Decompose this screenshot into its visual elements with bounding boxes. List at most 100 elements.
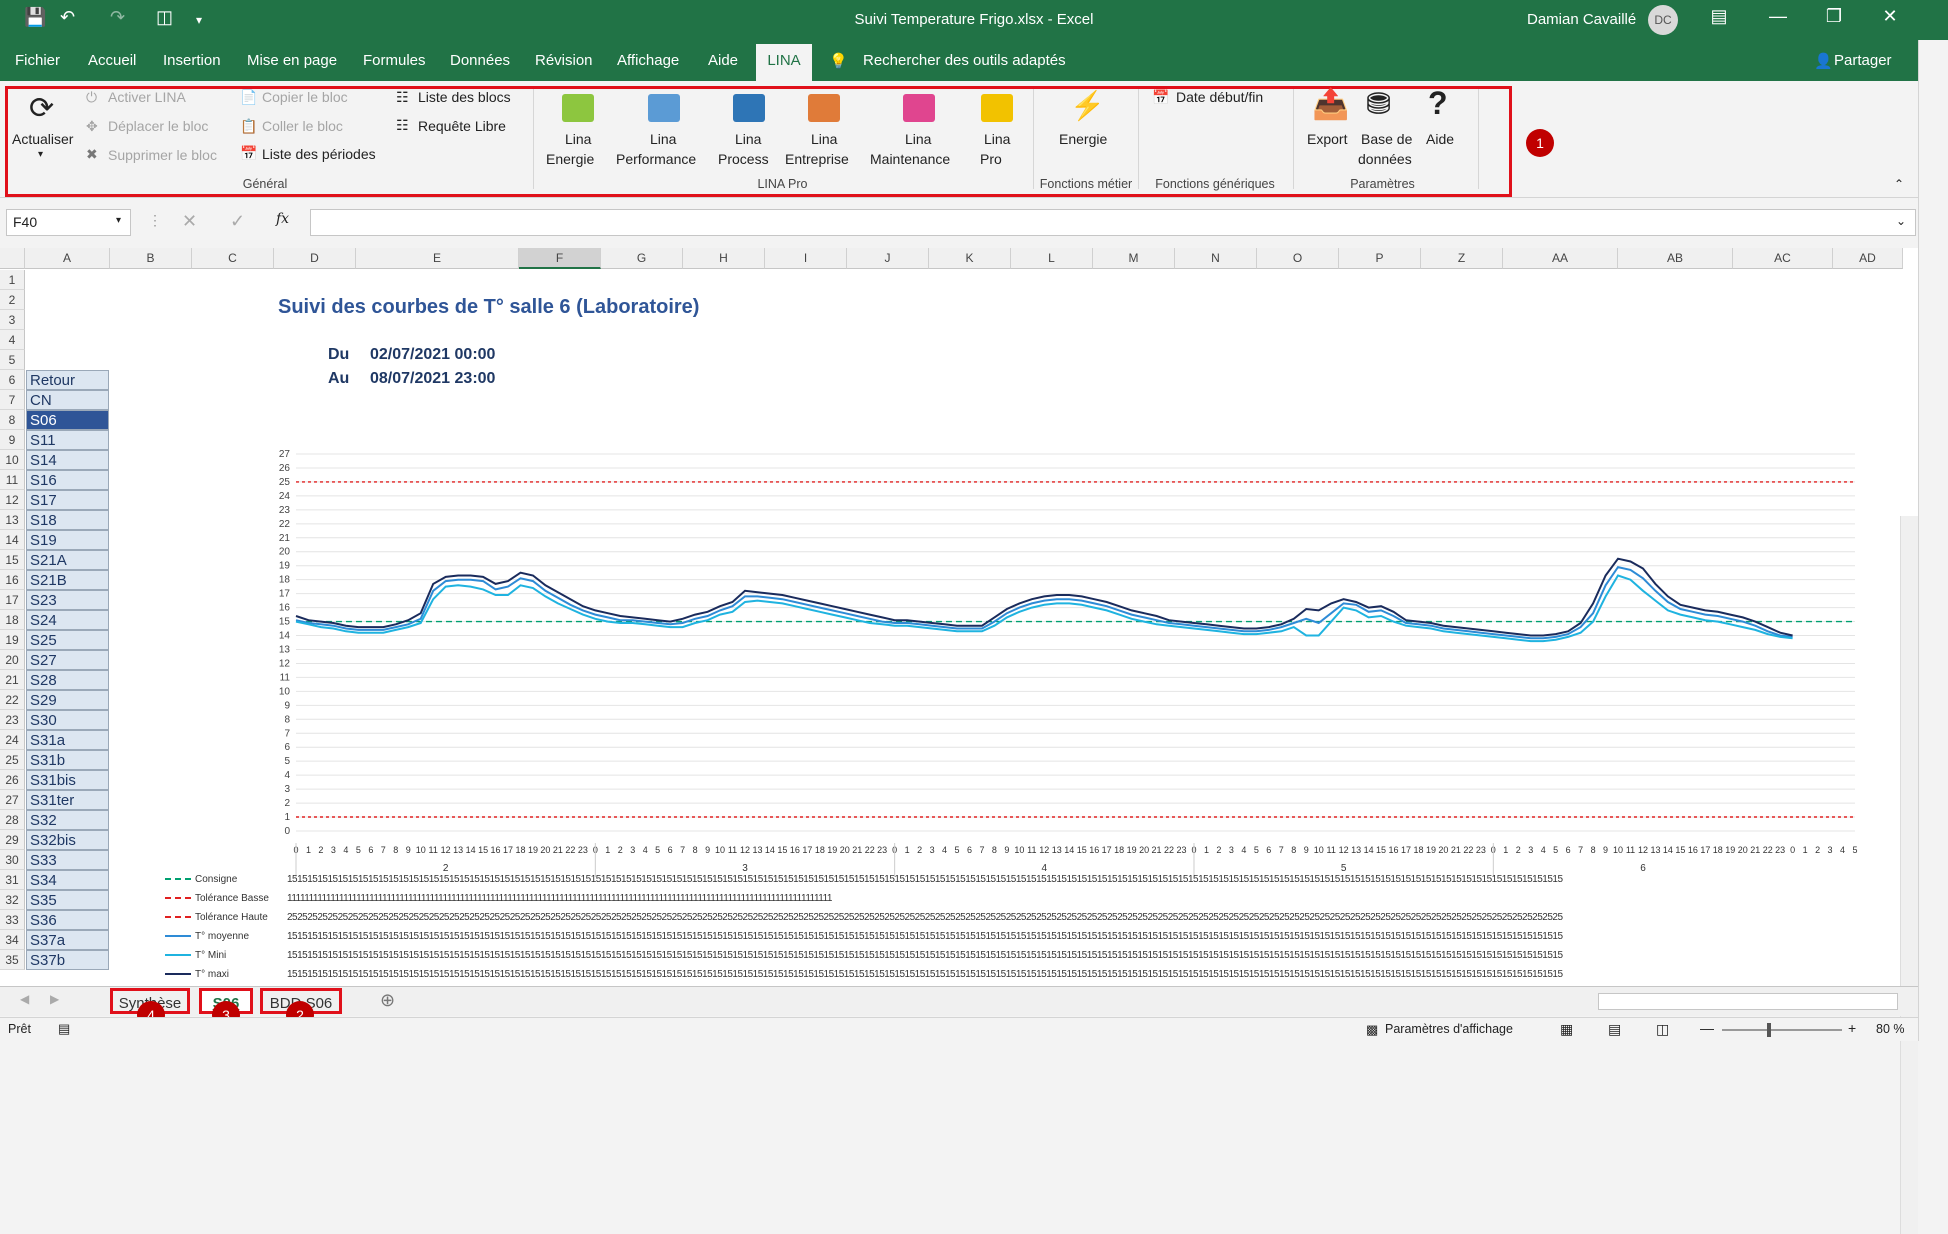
row-header-15[interactable]: 15 bbox=[0, 550, 25, 570]
row-header-17[interactable]: 17 bbox=[0, 590, 25, 610]
nav-link-s29[interactable]: S29 bbox=[26, 690, 109, 710]
supprimer-bloc-button[interactable]: Supprimer le bloc bbox=[108, 147, 217, 163]
row-header-34[interactable]: 34 bbox=[0, 930, 25, 950]
lina-entreprise-button[interactable]: Entreprise bbox=[785, 151, 849, 167]
row-header-26[interactable]: 26 bbox=[0, 770, 25, 790]
page-break-icon[interactable]: ◫ bbox=[1656, 1021, 1669, 1038]
row-header-16[interactable]: 16 bbox=[0, 570, 25, 590]
expand-formula-icon[interactable]: ⌄ bbox=[1896, 214, 1906, 228]
nav-link-s32[interactable]: S32 bbox=[26, 810, 109, 830]
copier-bloc-button[interactable]: Copier le bloc bbox=[262, 89, 348, 105]
column-header-M[interactable]: M bbox=[1093, 248, 1175, 269]
column-header-I[interactable]: I bbox=[765, 248, 847, 269]
menu-affichage[interactable]: Affichage bbox=[617, 52, 679, 69]
row-header-25[interactable]: 25 bbox=[0, 750, 25, 770]
nav-link-s21a[interactable]: S21A bbox=[26, 550, 109, 570]
row-header-27[interactable]: 27 bbox=[0, 790, 25, 810]
lina-maintenance-l1[interactable]: Lina bbox=[905, 131, 931, 147]
minimize-icon[interactable]: — bbox=[1758, 6, 1798, 27]
row-header-11[interactable]: 11 bbox=[0, 470, 25, 490]
row-header-13[interactable]: 13 bbox=[0, 510, 25, 530]
row-header-28[interactable]: 28 bbox=[0, 810, 25, 830]
restore-icon[interactable]: ❐ bbox=[1814, 6, 1854, 27]
coller-bloc-button[interactable]: Coller le bloc bbox=[262, 118, 343, 134]
column-header-F[interactable]: F bbox=[519, 248, 601, 269]
row-header-33[interactable]: 33 bbox=[0, 910, 25, 930]
menu-mise-en-page[interactable]: Mise en page bbox=[247, 52, 337, 69]
add-sheet-icon[interactable]: ⊕ bbox=[380, 990, 395, 1011]
column-header-E[interactable]: E bbox=[356, 248, 519, 269]
nav-link-s24[interactable]: S24 bbox=[26, 610, 109, 630]
confirm-icon[interactable]: ✓ bbox=[230, 211, 245, 232]
nav-link-cn[interactable]: CN bbox=[26, 390, 109, 410]
row-header-2[interactable]: 2 bbox=[0, 290, 25, 310]
lina-pro-button[interactable]: Pro bbox=[980, 151, 1002, 167]
menu-aide[interactable]: Aide bbox=[708, 52, 738, 69]
base-donnees-l1[interactable]: Base de bbox=[1361, 131, 1412, 147]
nav-link-s28[interactable]: S28 bbox=[26, 670, 109, 690]
row-header-5[interactable]: 5 bbox=[0, 350, 25, 370]
column-header-H[interactable]: H bbox=[683, 248, 765, 269]
insert-function-icon[interactable]: fx bbox=[276, 211, 289, 227]
select-all[interactable] bbox=[0, 248, 25, 269]
column-header-AB[interactable]: AB bbox=[1618, 248, 1733, 269]
column-header-K[interactable]: K bbox=[929, 248, 1011, 269]
macro-record-icon[interactable]: ▤ bbox=[58, 1021, 70, 1037]
nav-link-s17[interactable]: S17 bbox=[26, 490, 109, 510]
lina-process-l1[interactable]: Lina bbox=[735, 131, 761, 147]
zoom-out-icon[interactable]: — bbox=[1700, 1020, 1714, 1036]
ribbon-display-icon[interactable]: ▤ bbox=[1699, 6, 1739, 27]
row-header-24[interactable]: 24 bbox=[0, 730, 25, 750]
menu-donnees[interactable]: Données bbox=[450, 52, 510, 69]
row-header-4[interactable]: 4 bbox=[0, 330, 25, 350]
column-header-AC[interactable]: AC bbox=[1733, 248, 1833, 269]
nav-link-s31a[interactable]: S31a bbox=[26, 730, 109, 750]
actualiser-button[interactable]: Actualiser bbox=[12, 131, 73, 147]
nav-link-s19[interactable]: S19 bbox=[26, 530, 109, 550]
row-header-3[interactable]: 3 bbox=[0, 310, 25, 330]
menu-accueil[interactable]: Accueil bbox=[88, 52, 136, 69]
search-tools[interactable]: Rechercher des outils adaptés bbox=[863, 52, 1066, 69]
name-box[interactable]: F40 bbox=[6, 209, 131, 236]
nav-link-s06[interactable]: S06 bbox=[26, 410, 109, 430]
nav-link-s27[interactable]: S27 bbox=[26, 650, 109, 670]
row-header-9[interactable]: 9 bbox=[0, 430, 25, 450]
close-icon[interactable]: ✕ bbox=[1870, 6, 1910, 27]
column-header-A[interactable]: A bbox=[25, 248, 110, 269]
help-icon[interactable]: ? bbox=[1428, 85, 1448, 122]
nav-link-s18[interactable]: S18 bbox=[26, 510, 109, 530]
nav-link-s31b[interactable]: S31b bbox=[26, 750, 109, 770]
column-header-Z[interactable]: Z bbox=[1421, 248, 1503, 269]
row-header-32[interactable]: 32 bbox=[0, 890, 25, 910]
lina-pro-l1[interactable]: Lina bbox=[984, 131, 1010, 147]
lightning-icon[interactable]: ⚡ bbox=[1070, 89, 1105, 122]
formula-input[interactable] bbox=[310, 209, 1916, 236]
date-debut-fin-button[interactable]: Date début/fin bbox=[1176, 89, 1263, 105]
chevron-down-icon[interactable]: ▾ bbox=[38, 149, 43, 160]
page-layout-icon[interactable]: ▤ bbox=[1608, 1021, 1621, 1038]
energie-button[interactable]: Energie bbox=[1059, 131, 1107, 147]
export-button[interactable]: Export bbox=[1307, 131, 1347, 147]
refresh-icon[interactable]: ⟳ bbox=[29, 91, 54, 126]
row-header-18[interactable]: 18 bbox=[0, 610, 25, 630]
row-header-20[interactable]: 20 bbox=[0, 650, 25, 670]
vertical-scrollbar[interactable] bbox=[1900, 516, 1918, 1234]
zoom-level[interactable]: 80 % bbox=[1876, 1022, 1905, 1036]
nav-link-s35[interactable]: S35 bbox=[26, 890, 109, 910]
menu-revision[interactable]: Révision bbox=[535, 52, 593, 69]
column-header-C[interactable]: C bbox=[192, 248, 274, 269]
column-header-J[interactable]: J bbox=[847, 248, 929, 269]
base-donnees-button[interactable]: données bbox=[1358, 151, 1412, 167]
nav-link-s23[interactable]: S23 bbox=[26, 590, 109, 610]
database-icon[interactable]: ⛃ bbox=[1366, 87, 1391, 122]
nav-link-s16[interactable]: S16 bbox=[26, 470, 109, 490]
row-header-35[interactable]: 35 bbox=[0, 950, 25, 970]
column-header-L[interactable]: L bbox=[1011, 248, 1093, 269]
menu-insertion[interactable]: Insertion bbox=[163, 52, 221, 69]
column-header-AA[interactable]: AA bbox=[1503, 248, 1618, 269]
row-header-8[interactable]: 8 bbox=[0, 410, 25, 430]
column-header-O[interactable]: O bbox=[1257, 248, 1339, 269]
row-header-7[interactable]: 7 bbox=[0, 390, 25, 410]
share-button[interactable]: Partager bbox=[1834, 52, 1892, 69]
lina-performance-l1[interactable]: Lina bbox=[650, 131, 676, 147]
